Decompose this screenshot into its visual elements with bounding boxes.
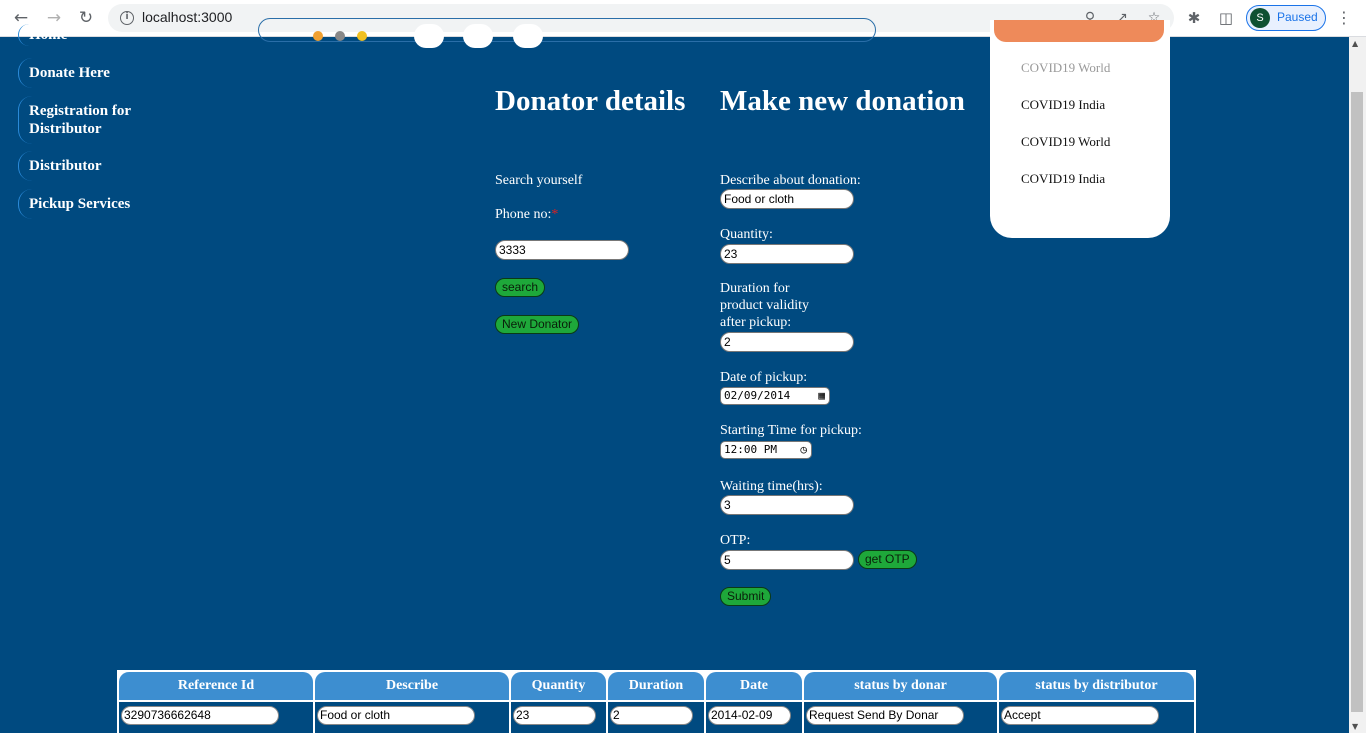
reference-id-field[interactable]: 3290736662648 [121, 706, 279, 725]
top-nav-button[interactable] [463, 24, 493, 48]
time-picker[interactable]: 12:00 PM ◷ [720, 441, 812, 459]
avatar: S [1250, 8, 1270, 28]
waiting-input[interactable]: 3 [720, 495, 854, 515]
table-cell: 2 [608, 702, 704, 733]
date-value: 02/09/2014 [724, 389, 791, 402]
table-header: Duration [608, 672, 704, 700]
url-text[interactable]: localhost:3000 [142, 9, 232, 25]
table-cell: Food or cloth [315, 702, 509, 733]
table-header: status by donar [804, 672, 997, 700]
table-cell: Accept [999, 702, 1194, 733]
sidebar-item-registration[interactable]: Registration for Distributor [18, 96, 148, 144]
table-cell: 3290736662648 [119, 702, 313, 733]
top-nav-bar [258, 18, 876, 42]
get-otp-button[interactable]: get OTP [858, 550, 917, 569]
phone-label: Phone no:* [495, 207, 559, 222]
duration-label-line1: Duration for [720, 281, 790, 296]
gray-dot-icon [335, 31, 345, 41]
duration-input[interactable]: 2 [720, 332, 854, 352]
time-value: 12:00 PM [724, 443, 777, 456]
search-button[interactable]: search [495, 278, 546, 297]
date-field[interactable]: 2014-02-09 [708, 706, 791, 725]
table-cell: Request Send By Donar [804, 702, 997, 733]
sidebar-item-home[interactable]: Home [18, 24, 67, 46]
duration-label-line2: product validity [720, 298, 810, 313]
donation-table: Reference Id Describe Quantity Duration … [117, 670, 1196, 733]
sidebar-item-donate[interactable]: Donate Here [18, 58, 110, 88]
profile-button[interactable]: S Paused [1246, 5, 1326, 31]
status-donar-field[interactable]: Request Send By Donar [806, 706, 964, 725]
describe-label: Describe about donation: [720, 173, 861, 188]
orange-dot-icon [313, 31, 323, 41]
submit-button[interactable]: Submit [720, 587, 772, 606]
top-nav-button[interactable] [414, 24, 444, 48]
describe-field[interactable]: Food or cloth [317, 706, 475, 725]
donator-details-title: Donator details [495, 85, 686, 117]
news-item[interactable]: COVID19 India [1021, 171, 1105, 187]
table-header: Quantity [511, 672, 606, 700]
news-card-header [994, 20, 1164, 42]
otp-label: OTP: [720, 533, 751, 548]
scroll-thumb[interactable] [1351, 92, 1363, 712]
quantity-field[interactable]: 23 [513, 706, 596, 725]
profile-status: Paused [1277, 10, 1318, 24]
otp-input[interactable]: 5 [720, 550, 854, 570]
browser-menu-icon[interactable]: ⋮ [1336, 7, 1352, 29]
yellow-dot-icon [357, 31, 367, 41]
required-mark: * [551, 207, 559, 222]
table-header: Describe [315, 672, 509, 700]
table-header: Reference Id [119, 672, 313, 700]
news-item[interactable]: COVID19 World [1021, 134, 1110, 150]
time-label: Starting Time for pickup: [720, 423, 862, 438]
make-donation-title: Make new donation [720, 85, 965, 117]
extensions-puzzle-icon[interactable]: ✱ [1184, 8, 1204, 28]
reload-icon[interactable]: ↻ [75, 7, 97, 29]
status-distributor-field[interactable]: Accept [1001, 706, 1159, 725]
site-info-icon[interactable]: i [120, 11, 134, 25]
news-item[interactable]: COVID19 India [1021, 97, 1105, 113]
clock-icon[interactable]: ◷ [800, 442, 807, 458]
table-cell: 2014-02-09 [706, 702, 802, 733]
table-header: Date [706, 672, 802, 700]
phone-input[interactable]: 3333 [495, 240, 629, 260]
describe-input[interactable]: Food or cloth [720, 189, 854, 209]
duration-field[interactable]: 2 [610, 706, 693, 725]
page-scrollbar[interactable]: ▲ ▼ [1349, 37, 1366, 733]
scroll-up-icon[interactable]: ▲ [1352, 39, 1358, 48]
date-picker[interactable]: 02/09/2014 ▦ [720, 387, 830, 405]
quantity-label: Quantity: [720, 227, 773, 242]
quantity-input[interactable]: 23 [720, 244, 854, 264]
table-header: status by distributor [999, 672, 1194, 700]
new-donator-button[interactable]: New Donator [495, 315, 580, 334]
top-nav-button[interactable] [513, 24, 543, 48]
waiting-label: Waiting time(hrs): [720, 479, 823, 494]
sidebar-item-pickup[interactable]: Pickup Services [18, 189, 130, 219]
duration-label-line3: after pickup: [720, 315, 792, 330]
search-yourself-label: Search yourself [495, 173, 583, 188]
news-item[interactable]: COVID19 World [1021, 60, 1110, 76]
sidebar-item-distributor[interactable]: Distributor [18, 151, 102, 181]
table-cell: 23 [511, 702, 606, 733]
side-panel-icon[interactable]: ◫ [1216, 8, 1236, 28]
date-label: Date of pickup: [720, 370, 808, 385]
news-card: COVID19 World COVID19 India COVID19 Worl… [990, 20, 1170, 238]
calendar-icon[interactable]: ▦ [818, 388, 825, 404]
scroll-down-icon[interactable]: ▼ [1352, 722, 1358, 731]
